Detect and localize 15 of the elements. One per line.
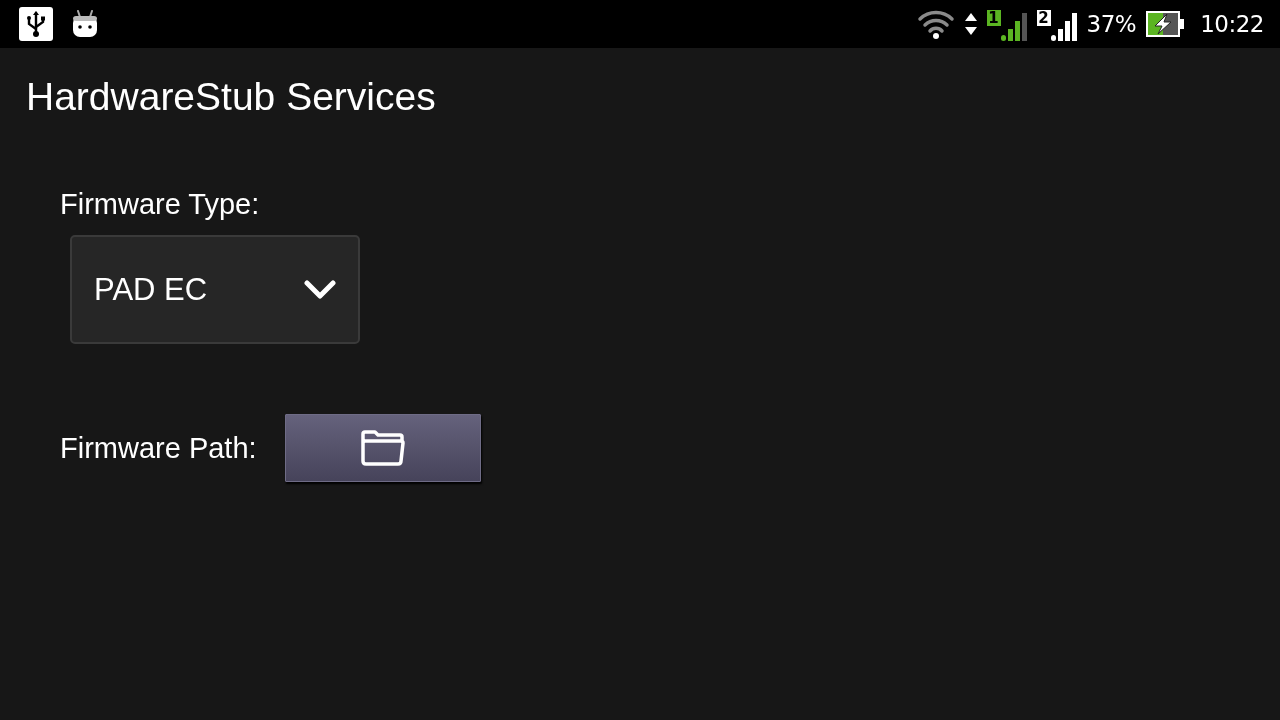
firmware-type-dropdown[interactable]: PAD EC [70,235,360,344]
page-title: HardwareStub Services [26,73,436,120]
field-label: Firmware Path: [60,431,257,465]
wifi-icon [916,9,955,39]
battery-percent: 37% [1086,10,1137,38]
sim-number: 2 [1036,10,1051,26]
field-label: Firmware Type: [60,187,260,221]
sim-number: 1 [986,10,1001,26]
android-icon [72,10,98,38]
chevron-down-icon [304,279,336,300]
clock-time: 10:22 [1200,10,1264,38]
browse-folder-button[interactable] [284,414,481,482]
data-arrows-icon [964,13,977,35]
folder-icon [359,430,406,466]
usb-icon [19,7,53,41]
